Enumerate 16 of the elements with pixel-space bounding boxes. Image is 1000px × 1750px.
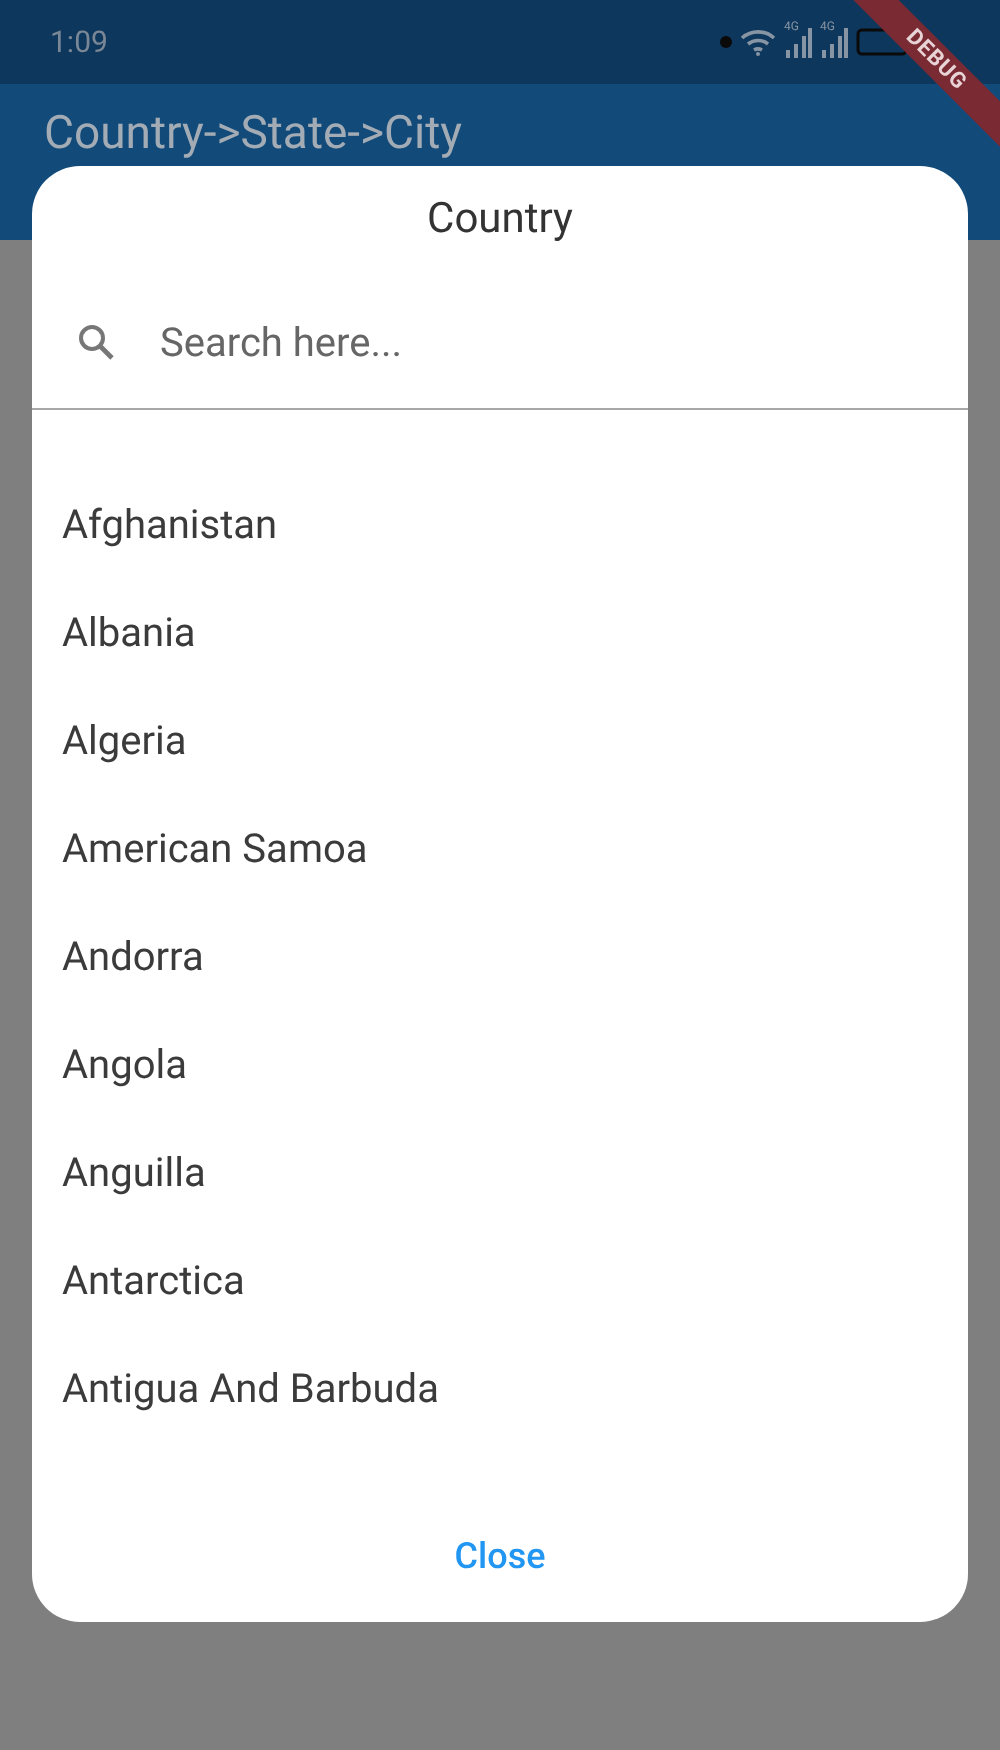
notification-dot-icon	[720, 36, 732, 48]
country-item[interactable]: Algeria	[32, 686, 968, 794]
search-field[interactable]: Search here...	[156, 316, 968, 368]
country-item[interactable]: Albania	[32, 578, 968, 686]
search-icon	[76, 322, 116, 362]
country-item[interactable]: American Samoa	[32, 794, 968, 902]
app-bar-title: Country->State->City	[44, 106, 463, 162]
country-item[interactable]: Anguilla	[32, 1118, 968, 1226]
country-item[interactable]: Antigua And Barbuda	[32, 1334, 968, 1442]
dialog-title: Country	[425, 194, 575, 248]
country-item[interactable]: Andorra	[32, 902, 968, 1010]
country-item[interactable]: Antarctica	[32, 1226, 968, 1334]
country-item[interactable]: Angola	[32, 1010, 968, 1118]
status-time: 1:09	[50, 24, 110, 60]
country-item[interactable]: Afghanistan	[32, 470, 968, 578]
wifi-icon	[740, 28, 776, 56]
